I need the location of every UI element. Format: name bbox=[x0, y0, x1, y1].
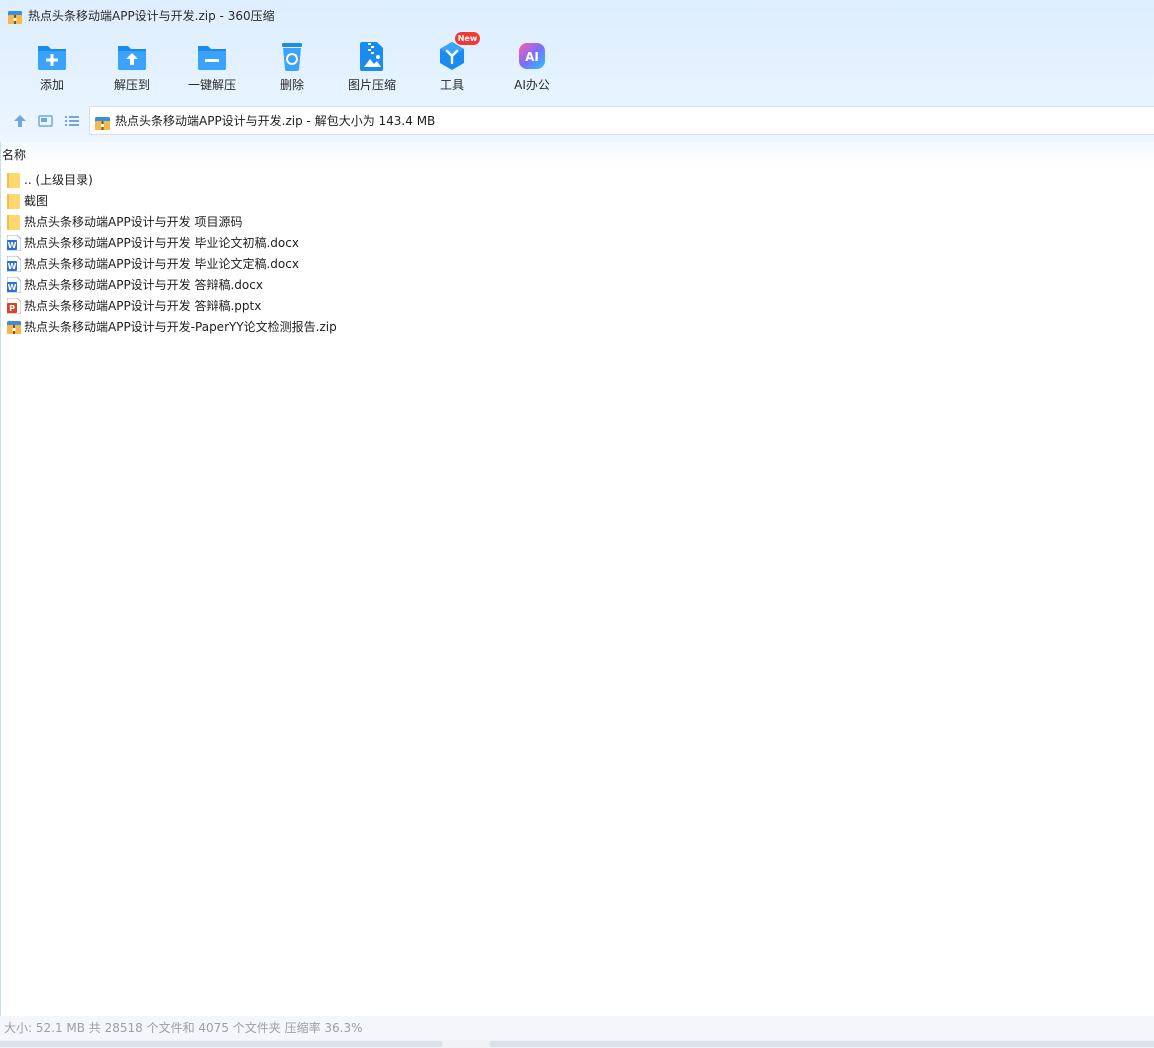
horizontal-scrollbar[interactable] bbox=[0, 1040, 1154, 1048]
tools-button[interactable]: New 工具 bbox=[412, 32, 492, 98]
ai-office-label: AI办公 bbox=[514, 78, 550, 92]
one-click-extract-label: 一键解压 bbox=[187, 78, 236, 92]
extract-to-label: 解压到 bbox=[113, 78, 150, 92]
delete-label: 删除 bbox=[279, 78, 304, 92]
add-label: 添加 bbox=[39, 78, 64, 92]
one-click-extract-icon bbox=[196, 40, 228, 72]
image-compress-button[interactable]: 图片压缩 bbox=[332, 36, 412, 98]
folder-icon bbox=[7, 193, 21, 209]
extract-to-icon bbox=[116, 40, 148, 72]
ai-office-icon: AI bbox=[516, 40, 548, 72]
folder-icon bbox=[7, 214, 21, 230]
powerpoint-document-icon: P bbox=[6, 297, 22, 315]
window-title: 热点头条移动端APP设计与开发.zip - 360压缩 bbox=[28, 9, 275, 23]
ai-office-button[interactable]: AI AI办公 bbox=[492, 36, 572, 98]
zip-file-icon bbox=[7, 319, 21, 335]
top-panel: 热点头条移动端APP设计与开发.zip - 360压缩 添加 解压到 一键解压 … bbox=[0, 0, 1154, 142]
list-item[interactable]: 截图 bbox=[5, 190, 705, 211]
folder-icon bbox=[7, 172, 21, 188]
list-item-name: 热点头条移动端APP设计与开发 毕业论文定稿.docx bbox=[24, 257, 299, 271]
word-document-icon: W bbox=[6, 276, 22, 294]
file-list: 名称 .. (上级目录) 截图 热点头条移动端APP设计与开发 项目源码 W 热… bbox=[0, 142, 1154, 1016]
list-item-name: 热点头条移动端APP设计与开发 答辩稿.pptx bbox=[24, 299, 262, 313]
list-item[interactable]: 热点头条移动端APP设计与开发 项目源码 bbox=[5, 211, 705, 232]
list-item[interactable]: W 热点头条移动端APP设计与开发 毕业论文初稿.docx bbox=[5, 232, 705, 253]
tools-label: 工具 bbox=[439, 78, 464, 92]
name-column-header[interactable]: 名称 bbox=[2, 147, 26, 163]
title-bar: 热点头条移动端APP设计与开发.zip - 360压缩 bbox=[0, 0, 1154, 32]
svg-text:P: P bbox=[9, 304, 15, 313]
address-bar[interactable]: 热点头条移动端APP设计与开发.zip - 解包大小为 143.4 MB bbox=[89, 106, 1154, 135]
add-icon bbox=[36, 40, 68, 72]
list-item-parent-directory[interactable]: .. (上级目录) bbox=[5, 169, 705, 190]
column-header: 名称 bbox=[1, 142, 1154, 166]
svg-text:W: W bbox=[8, 283, 17, 292]
navigation-bar: 热点头条移动端APP设计与开发.zip - 解包大小为 143.4 MB bbox=[0, 106, 1154, 136]
up-arrow-icon[interactable] bbox=[11, 112, 29, 130]
app-window: 热点头条移动端APP设计与开发.zip - 360压缩 添加 解压到 一键解压 … bbox=[0, 0, 1154, 1048]
list-item-name: .. (上级目录) bbox=[24, 173, 93, 187]
list-item[interactable]: W 热点头条移动端APP设计与开发 毕业论文定稿.docx bbox=[5, 253, 705, 274]
image-compress-label: 图片压缩 bbox=[347, 78, 396, 92]
svg-text:W: W bbox=[8, 241, 17, 250]
word-document-icon: W bbox=[6, 255, 22, 273]
thumbnail-view-icon[interactable] bbox=[37, 112, 55, 130]
list-item[interactable]: W 热点头条移动端APP设计与开发 答辩稿.docx bbox=[5, 274, 705, 295]
svg-text:W: W bbox=[8, 262, 17, 271]
list-item-name: 热点头条移动端APP设计与开发 毕业论文初稿.docx bbox=[24, 236, 299, 250]
archive-app-icon bbox=[8, 9, 22, 24]
list-item-name: 截图 bbox=[24, 194, 49, 208]
scrollbar-track-right bbox=[490, 1041, 1154, 1047]
status-text: 大小: 52.1 MB 共 28518 个文件和 4075 个文件夹 压缩率 3… bbox=[4, 1021, 363, 1035]
list-view-icon[interactable] bbox=[63, 112, 81, 130]
delete-button[interactable]: 删除 bbox=[252, 36, 332, 98]
list-item-name: 热点头条移动端APP设计与开发 项目源码 bbox=[24, 215, 243, 229]
ai-icon-text: AI bbox=[525, 50, 539, 64]
add-button[interactable]: 添加 bbox=[12, 36, 92, 98]
status-bar: 大小: 52.1 MB 共 28518 个文件和 4075 个文件夹 压缩率 3… bbox=[0, 1016, 1154, 1040]
zip-file-icon bbox=[95, 115, 110, 130]
archive-path: 热点头条移动端APP设计与开发.zip - 解包大小为 143.4 MB bbox=[115, 114, 436, 128]
one-click-extract-button[interactable]: 一键解压 bbox=[172, 36, 252, 98]
delete-icon bbox=[276, 40, 308, 72]
word-document-icon: W bbox=[6, 234, 22, 252]
extract-to-button[interactable]: 解压到 bbox=[92, 36, 172, 98]
list-item[interactable]: P 热点头条移动端APP设计与开发 答辩稿.pptx bbox=[5, 295, 705, 316]
scrollbar-track-left bbox=[0, 1041, 442, 1047]
list-item-name: 热点头条移动端APP设计与开发 答辩稿.docx bbox=[24, 278, 263, 292]
list-item[interactable]: 热点头条移动端APP设计与开发-PaperYY论文检测报告.zip bbox=[5, 316, 705, 337]
image-compress-icon bbox=[356, 40, 388, 72]
list-item-name: 热点头条移动端APP设计与开发-PaperYY论文检测报告.zip bbox=[24, 320, 337, 334]
new-badge: New bbox=[455, 32, 480, 45]
